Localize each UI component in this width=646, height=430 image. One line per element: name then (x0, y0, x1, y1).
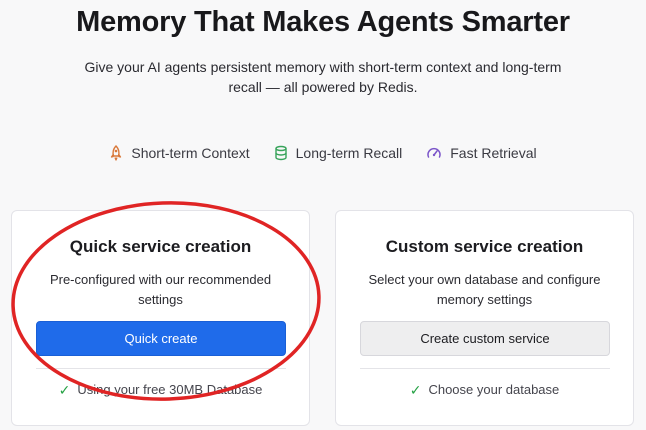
feature-short-term-context: Short-term Context (109, 143, 250, 163)
page-subtitle: Give your AI agents persistent memory wi… (84, 59, 562, 95)
card-footnote: ✓ Using your free 30MB Database (12, 382, 309, 397)
database-icon (274, 145, 288, 161)
custom-service-card: Custom service creation Select your own … (335, 210, 634, 426)
card-description: Pre-configured with our recommended sett… (49, 272, 272, 307)
page-title: Memory That Makes Agents Smarter (76, 6, 570, 38)
rocket-icon (109, 145, 123, 161)
feature-list: Short-term Context Long-term Recall Fast… (0, 143, 646, 163)
card-footnote: ✓ Choose your database (336, 382, 633, 397)
feature-fast-retrieval: Fast Retrieval (426, 143, 537, 163)
feature-label: Fast Retrieval (450, 145, 537, 161)
feature-long-term-recall: Long-term Recall (274, 143, 403, 163)
quick-service-card: Quick service creation Pre-configured wi… (11, 210, 310, 426)
checkmark-icon: ✓ (409, 381, 422, 398)
speedometer-icon (426, 145, 442, 161)
feature-label: Short-term Context (131, 145, 250, 161)
checkmark-icon: ✓ (58, 381, 71, 398)
card-title: Custom service creation (385, 237, 584, 256)
card-title: Quick service creation (69, 237, 252, 256)
card-description: Select your own database and configure m… (368, 272, 601, 307)
divider (36, 368, 286, 369)
footnote-text: Using your free 30MB Database (77, 382, 263, 397)
feature-label: Long-term Recall (295, 145, 403, 161)
create-custom-service-button[interactable]: Create custom service (360, 321, 610, 356)
footnote-text: Choose your database (428, 382, 560, 397)
divider (360, 368, 610, 369)
quick-create-button[interactable]: Quick create (36, 321, 286, 356)
